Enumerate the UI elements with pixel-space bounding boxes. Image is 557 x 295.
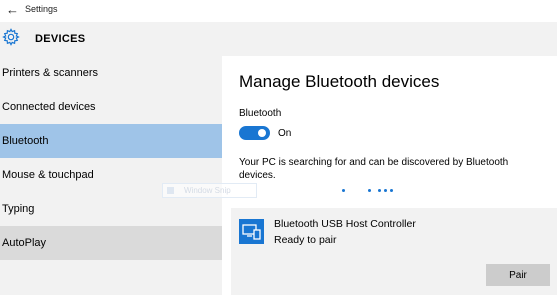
progress-dot — [378, 189, 381, 192]
window-title: Settings — [25, 4, 58, 14]
progress-dot — [368, 189, 371, 192]
sidebar-item-autoplay[interactable]: AutoPlay — [0, 226, 222, 260]
page-title: DEVICES — [35, 33, 86, 45]
title-bar: ← Settings — [0, 0, 557, 22]
main-content: Manage Bluetooth devices Bluetooth On Yo… — [222, 56, 557, 295]
page-header: DEVICES — [0, 22, 557, 56]
sidebar: Printers & scanners Connected devices Bl… — [0, 56, 222, 295]
section-title: Manage Bluetooth devices — [239, 72, 440, 91]
snip-icon — [167, 187, 174, 194]
searching-progress-dots — [342, 189, 402, 195]
progress-dot — [384, 189, 387, 192]
sidebar-item-printers-scanners[interactable]: Printers & scanners — [0, 56, 222, 90]
progress-dot — [390, 189, 393, 192]
sidebar-item-bluetooth[interactable]: Bluetooth — [0, 124, 222, 158]
bluetooth-toggle[interactable] — [239, 126, 270, 140]
pair-button[interactable]: Pair — [486, 264, 550, 286]
toggle-state-label: On — [278, 128, 292, 139]
bluetooth-label: Bluetooth — [239, 108, 282, 119]
settings-window: ← Settings DEVICES Printers & scanners C… — [0, 0, 557, 295]
snip-tooltip: Window Snip — [162, 183, 257, 198]
back-arrow-icon[interactable]: ← — [6, 3, 22, 17]
sidebar-item-connected-devices[interactable]: Connected devices — [0, 90, 222, 124]
device-name: Bluetooth USB Host Controller — [274, 218, 416, 230]
device-card[interactable]: Bluetooth USB Host Controller Ready to p… — [231, 208, 557, 295]
searching-status-text: Your PC is searching for and can be disc… — [239, 157, 509, 181]
computer-bluetooth-icon — [239, 219, 264, 244]
gear-icon — [2, 28, 20, 46]
snip-tooltip-text: Window Snip — [184, 186, 231, 195]
device-status: Ready to pair — [274, 234, 337, 246]
toggle-knob — [258, 129, 266, 137]
progress-dot — [342, 189, 345, 192]
